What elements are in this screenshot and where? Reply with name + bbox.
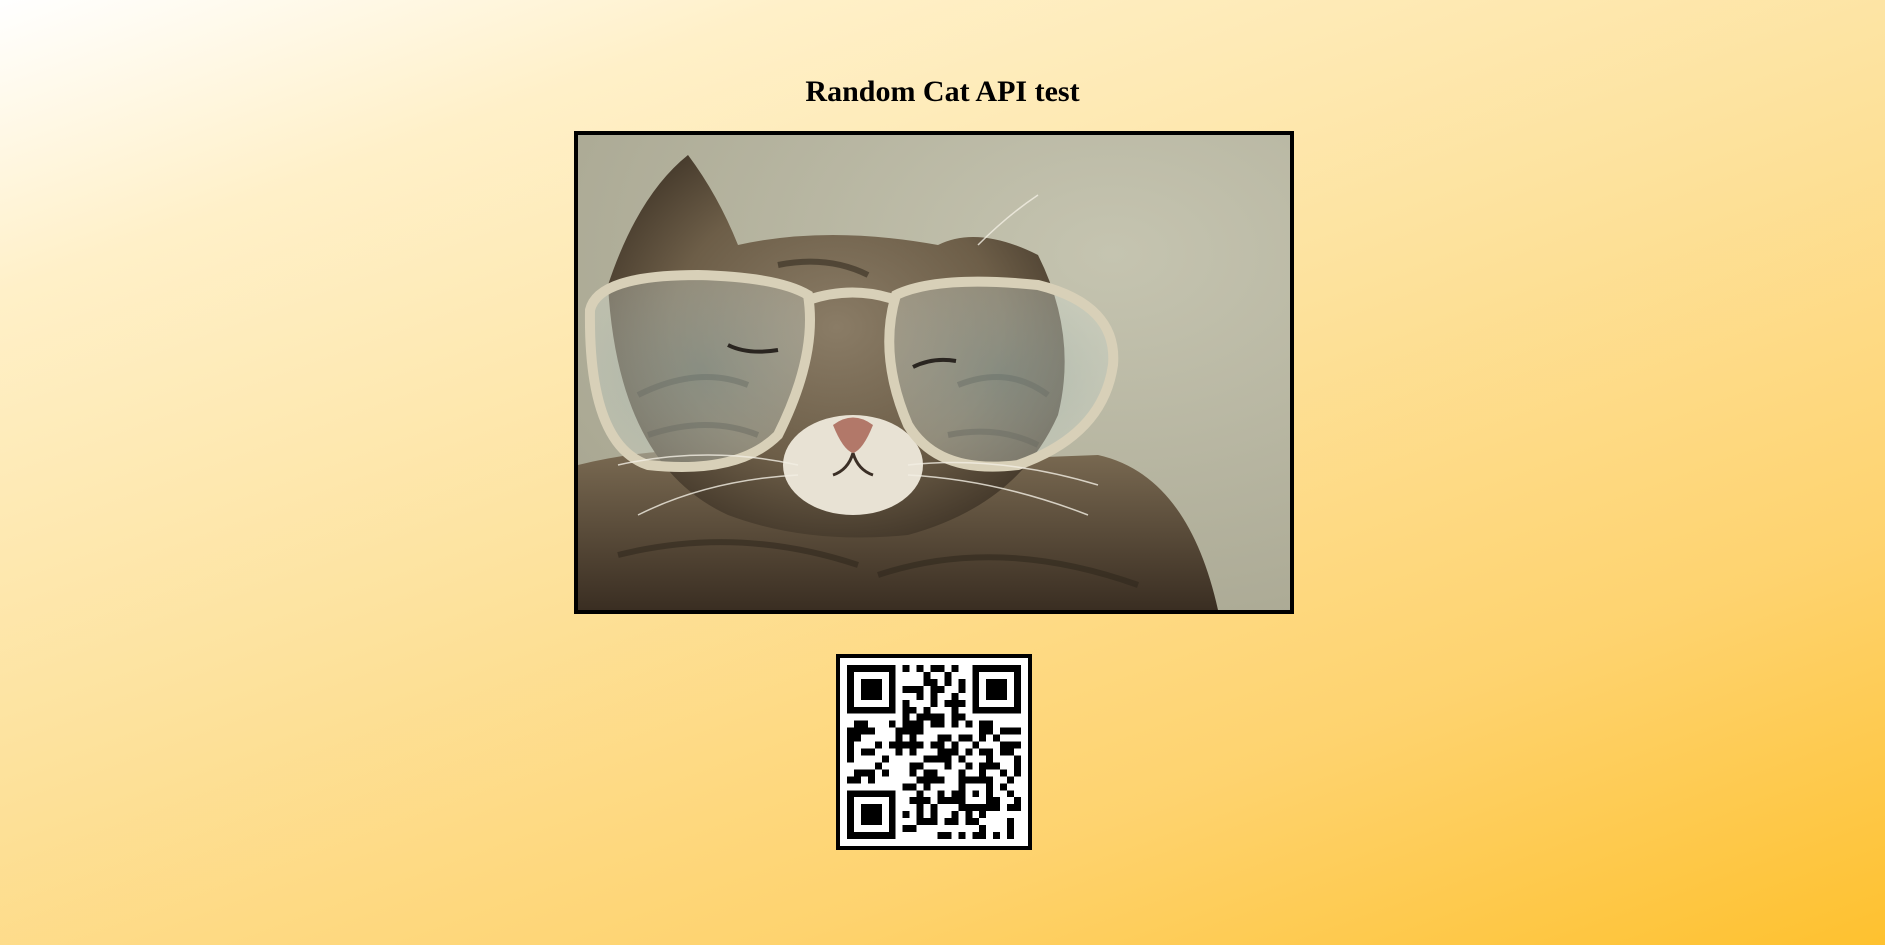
page-title: Random Cat API test [805,75,1080,108]
qr-code-icon [847,665,1021,839]
cat-image [574,131,1294,614]
qr-code [836,654,1032,850]
